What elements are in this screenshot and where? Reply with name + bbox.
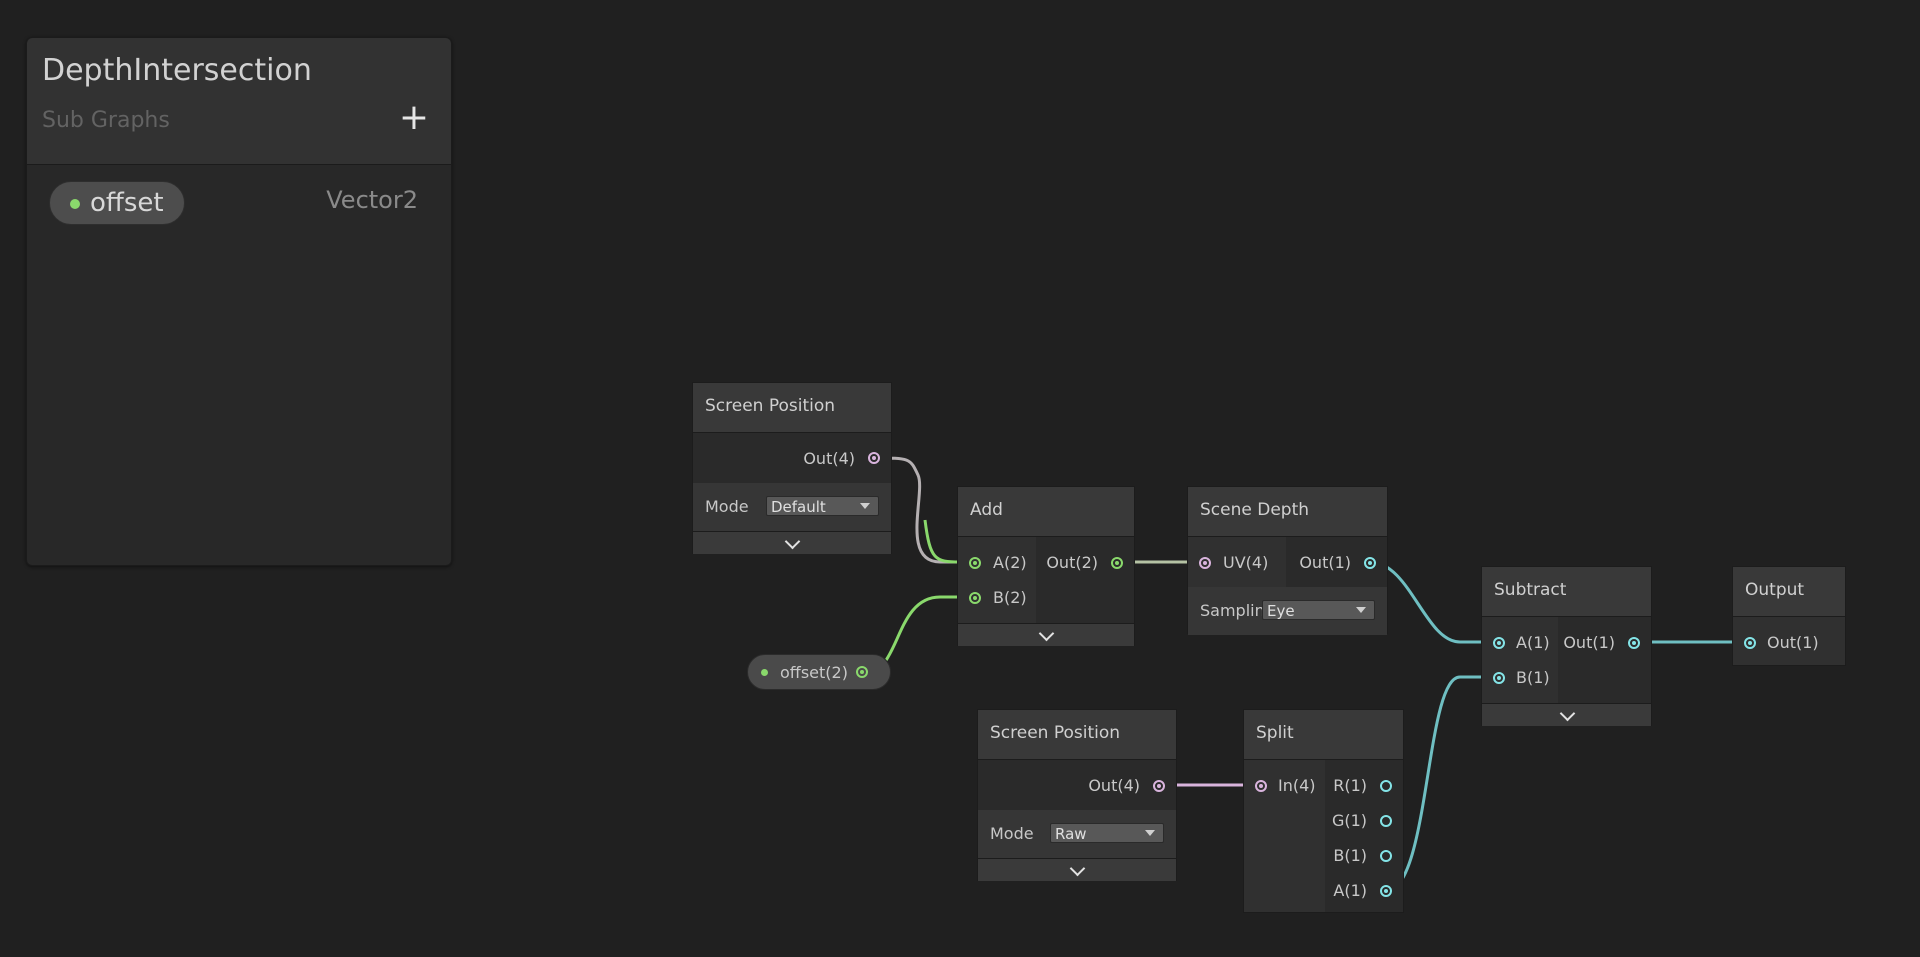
output-port-r[interactable] bbox=[1380, 780, 1392, 792]
node-title: Output bbox=[1733, 567, 1845, 617]
property-type: Vector2 bbox=[326, 186, 418, 214]
output-port-float[interactable] bbox=[1628, 637, 1640, 649]
output-port-label: Out(4) bbox=[1088, 776, 1140, 795]
property-pill-offset[interactable]: offset bbox=[49, 181, 185, 225]
node-title: Screen Position bbox=[693, 383, 891, 433]
output-port-vector2[interactable] bbox=[1111, 557, 1123, 569]
node-output[interactable]: Output Out(1) bbox=[1732, 566, 1846, 666]
output-port-a[interactable] bbox=[1380, 885, 1392, 897]
output-port-label: A(1) bbox=[1333, 881, 1367, 900]
dropdown-arrow-icon bbox=[860, 503, 870, 509]
output-port-float[interactable] bbox=[1364, 557, 1376, 569]
chevron-down-icon bbox=[1069, 860, 1086, 877]
input-port-out[interactable] bbox=[1744, 637, 1756, 649]
mode-label: Mode bbox=[705, 497, 749, 516]
property-node-offset[interactable]: offset(2) bbox=[747, 654, 891, 690]
wire-scenedepth-to-subtract-a bbox=[1369, 560, 1497, 644]
node-collapse-button[interactable] bbox=[693, 531, 891, 554]
node-collapse-button[interactable] bbox=[958, 623, 1134, 646]
node-title: Screen Position bbox=[978, 710, 1176, 760]
input-port-label: In(4) bbox=[1278, 776, 1316, 795]
node-title: Add bbox=[958, 487, 1134, 537]
node-screen-position[interactable]: Screen Position Out(4) Mode Default bbox=[692, 382, 892, 554]
output-port-label: Out(2) bbox=[1046, 553, 1098, 572]
input-port-a[interactable] bbox=[1493, 637, 1505, 649]
sampling-dropdown[interactable]: Eye bbox=[1262, 600, 1375, 620]
input-column bbox=[1482, 617, 1558, 703]
output-port-g[interactable] bbox=[1380, 815, 1392, 827]
chevron-down-icon bbox=[1559, 705, 1575, 722]
blackboard-title: DepthIntersection bbox=[42, 53, 312, 88]
add-property-button[interactable]: + bbox=[399, 100, 429, 136]
input-port-label: A(1) bbox=[1516, 633, 1550, 652]
node-screen-position-raw[interactable]: Screen Position Out(4) Mode Raw bbox=[977, 709, 1177, 881]
input-port-b[interactable] bbox=[969, 592, 981, 604]
mode-dropdown-value: Default bbox=[771, 498, 826, 516]
node-settings: Samplin Eye bbox=[1188, 587, 1387, 635]
mode-dropdown-value: Raw bbox=[1055, 825, 1087, 843]
output-port-b[interactable] bbox=[1380, 850, 1392, 862]
input-port-uv[interactable] bbox=[1199, 557, 1211, 569]
input-port-label: UV(4) bbox=[1223, 553, 1269, 572]
output-port-label: B(1) bbox=[1333, 846, 1367, 865]
output-port-label: Out(1) bbox=[1563, 633, 1615, 652]
input-port-a[interactable] bbox=[969, 557, 981, 569]
chevron-down-icon bbox=[784, 533, 801, 550]
node-title: Split bbox=[1244, 710, 1403, 760]
input-port-in[interactable] bbox=[1255, 780, 1267, 792]
sampling-dropdown-value: Eye bbox=[1267, 602, 1295, 620]
dropdown-arrow-icon bbox=[1356, 607, 1366, 613]
mode-label: Mode bbox=[990, 824, 1034, 843]
node-collapse-button[interactable] bbox=[1482, 703, 1651, 726]
node-scene-depth[interactable]: Scene Depth UV(4) Out(1) Samplin Eye bbox=[1187, 486, 1388, 635]
input-port-label: B(1) bbox=[1516, 668, 1550, 687]
output-port-vector2[interactable] bbox=[856, 666, 868, 678]
node-settings: Mode Default bbox=[693, 483, 891, 531]
node-settings: Mode Raw bbox=[978, 810, 1176, 858]
output-port-vector4[interactable] bbox=[1153, 780, 1165, 792]
property-node-label: offset(2) bbox=[780, 663, 848, 682]
output-port-label: R(1) bbox=[1333, 776, 1367, 795]
node-title: Scene Depth bbox=[1188, 487, 1387, 537]
node-add[interactable]: Add A(2) B(2) Out(2) bbox=[957, 486, 1135, 646]
node-subtract[interactable]: Subtract A(1) B(1) Out(1) bbox=[1481, 566, 1652, 726]
mode-dropdown[interactable]: Raw bbox=[1050, 823, 1164, 843]
property-name: offset bbox=[90, 188, 164, 218]
input-port-label: Out(1) bbox=[1767, 633, 1819, 652]
input-port-b[interactable] bbox=[1493, 672, 1505, 684]
output-port-label: G(1) bbox=[1331, 811, 1367, 830]
input-port-label: B(2) bbox=[993, 588, 1027, 607]
blackboard-header: DepthIntersection Sub Graphs + bbox=[27, 38, 451, 165]
mode-dropdown[interactable]: Default bbox=[766, 496, 879, 516]
output-port-label: Out(4) bbox=[803, 449, 855, 468]
node-collapse-button[interactable] bbox=[978, 858, 1176, 881]
chevron-down-icon bbox=[1038, 625, 1055, 642]
blackboard-subtitle: Sub Graphs bbox=[42, 108, 170, 133]
node-title: Subtract bbox=[1482, 567, 1651, 617]
input-column bbox=[958, 537, 1036, 623]
blackboard-panel: DepthIntersection Sub Graphs + offset Ve… bbox=[26, 37, 452, 566]
output-port-label: Out(1) bbox=[1299, 553, 1351, 572]
property-exposed-dot-icon bbox=[70, 199, 80, 209]
sampling-label: Samplin bbox=[1200, 601, 1265, 620]
input-port-label: A(2) bbox=[993, 553, 1027, 572]
property-exposed-dot-icon bbox=[761, 669, 768, 676]
output-port-vector4[interactable] bbox=[868, 452, 880, 464]
dropdown-arrow-icon bbox=[1145, 830, 1155, 836]
node-split[interactable]: Split In(4) R(1) G(1) B(1) A(1) bbox=[1243, 709, 1404, 913]
